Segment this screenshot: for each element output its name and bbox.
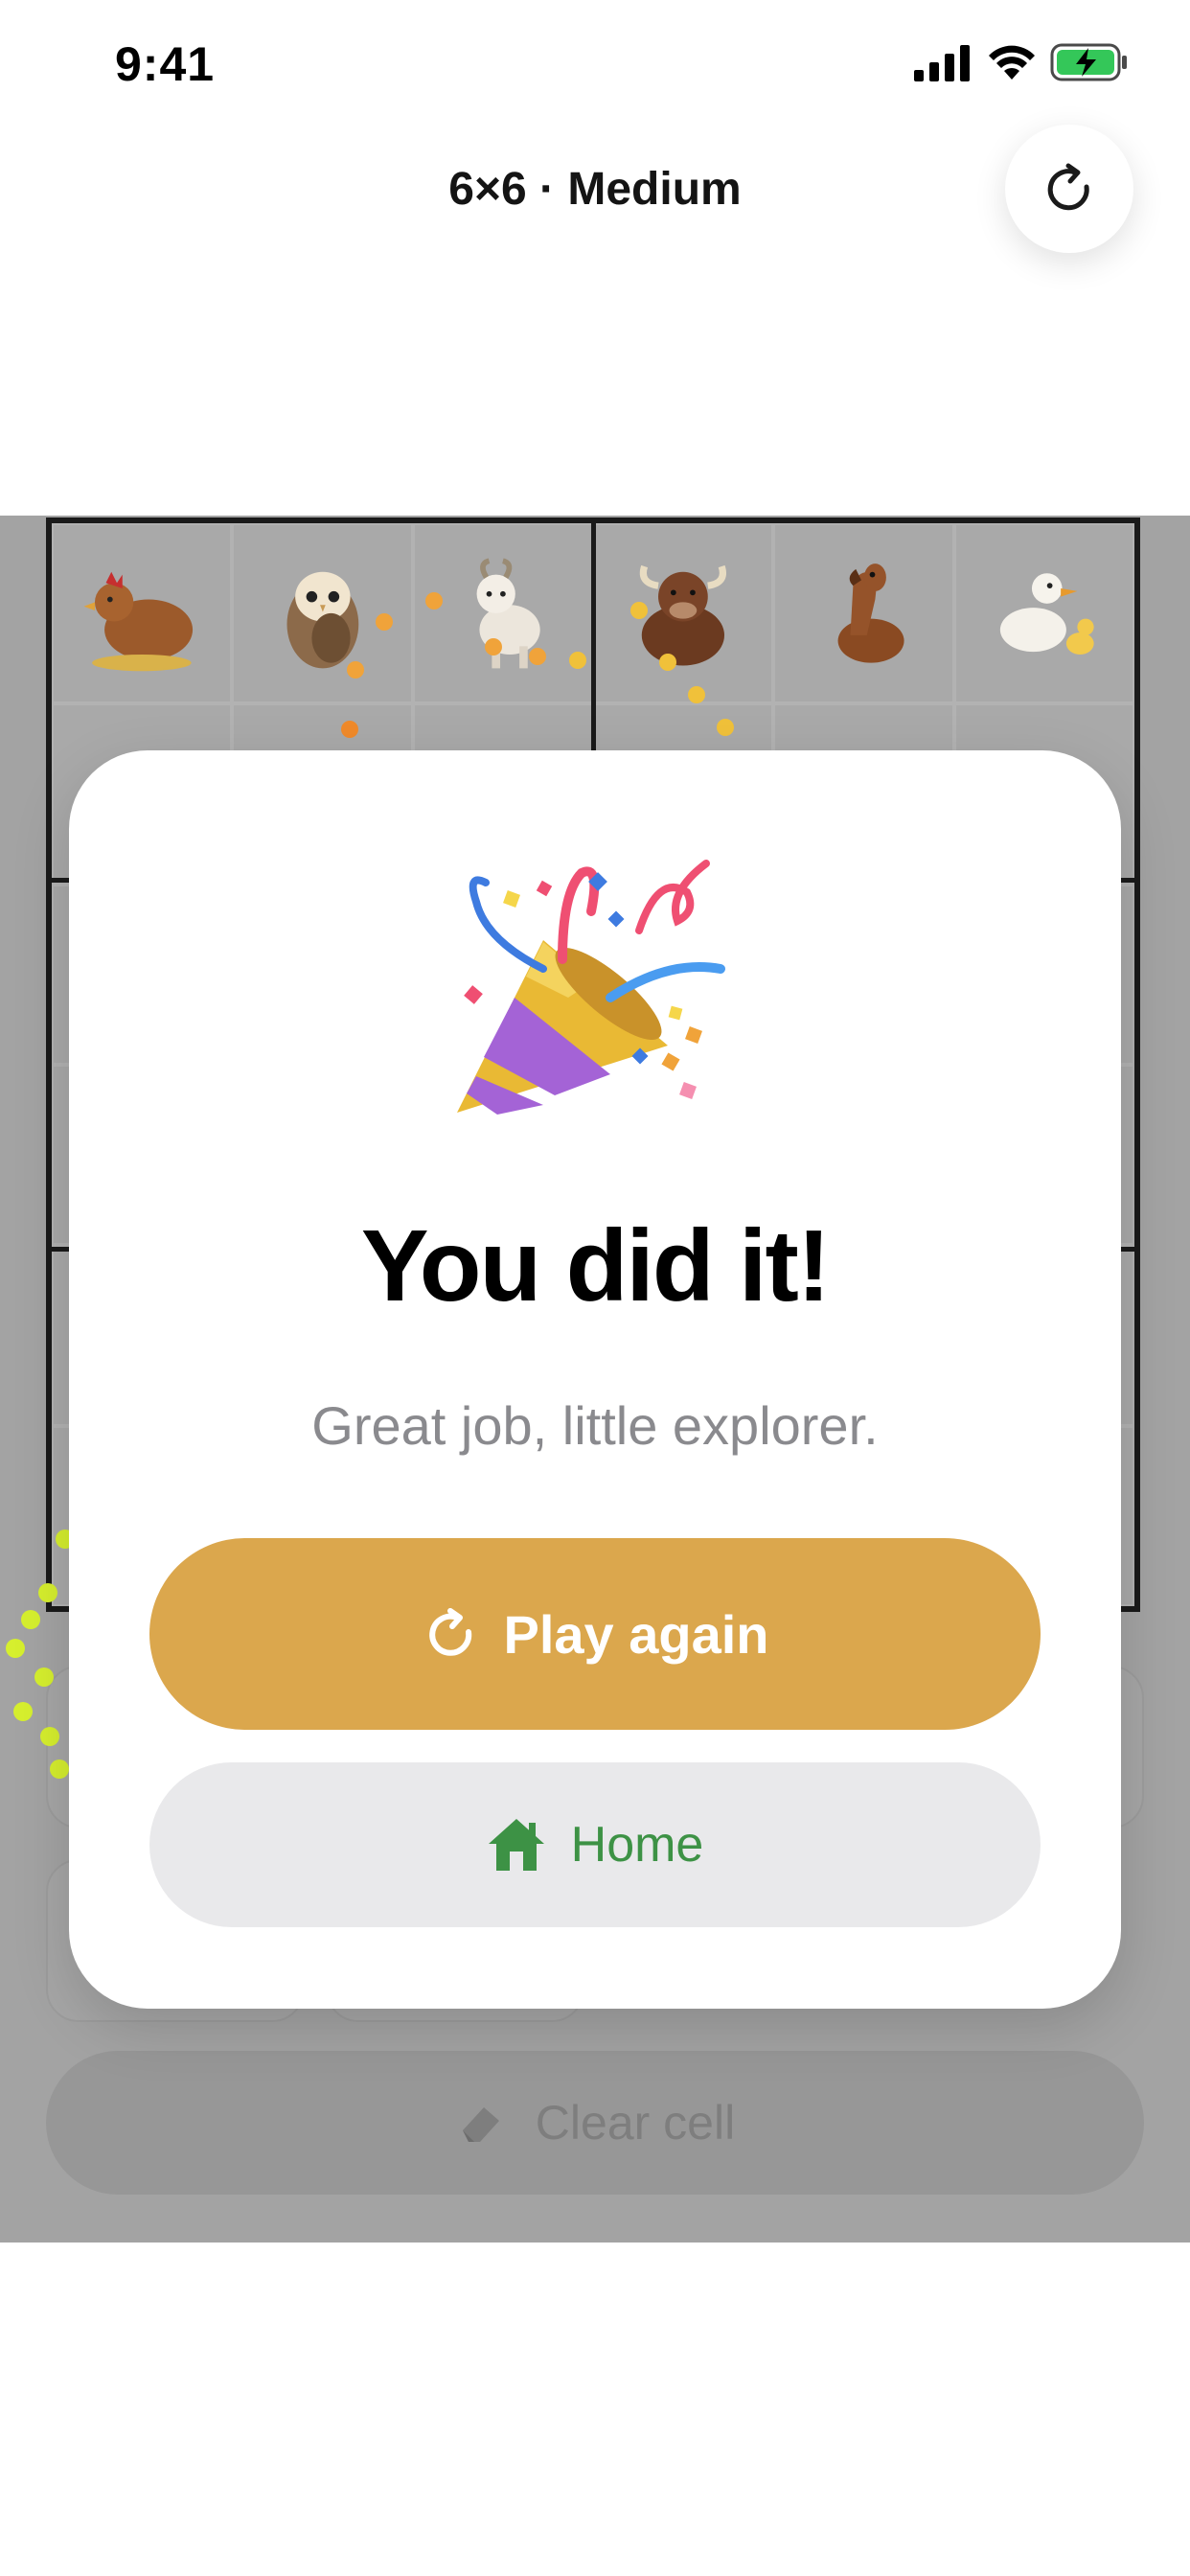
party-popper-icon	[457, 860, 725, 1115]
eraser-icon	[462, 2107, 499, 2142]
home-label: Home	[570, 1817, 704, 1873]
refresh-icon	[1047, 163, 1089, 211]
confetti-dot	[38, 1583, 57, 1602]
confetti-dot	[569, 652, 586, 669]
confetti-dot	[341, 721, 358, 738]
success-subtitle: Great job, little explorer.	[311, 1395, 879, 1456]
confetti-dot	[40, 1727, 59, 1746]
horse-icon	[837, 564, 904, 663]
status-time: 9:41	[115, 37, 216, 91]
confetti-dot	[347, 661, 364, 678]
confetti-dot	[485, 638, 502, 656]
confetti-dot	[376, 613, 393, 631]
confetti-dot	[688, 686, 705, 703]
goat-icon	[476, 558, 540, 669]
wifi-icon	[989, 45, 1035, 80]
grid-cell-duck[interactable]	[953, 523, 1134, 704]
confetti-dot	[13, 1702, 33, 1721]
hen-icon	[83, 572, 194, 672]
confetti-dot	[34, 1668, 54, 1687]
owl-icon	[286, 572, 358, 669]
confetti-dot	[21, 1610, 40, 1629]
confetti-dot	[659, 654, 676, 671]
grid-cell-goat[interactable]	[412, 523, 593, 704]
clear-cell-label: Clear cell	[535, 2096, 736, 2150]
battery-charging-icon	[1050, 43, 1127, 81]
status-icons	[914, 42, 1129, 82]
confetti-dot	[529, 648, 546, 665]
success-modal: You did it! Great job, little explorer. …	[69, 750, 1121, 2009]
signal-icon	[914, 45, 970, 81]
confetti-dot	[630, 602, 648, 619]
confetti-dot	[717, 719, 734, 736]
success-title: You did it!	[360, 1209, 831, 1322]
refresh-icon	[429, 1608, 472, 1656]
status-bar: 9:41	[0, 0, 1190, 134]
grid-cell-hen[interactable]	[52, 523, 233, 704]
duck-icon	[999, 573, 1094, 656]
home-button[interactable]: Home	[149, 1762, 1041, 1927]
play-again-label: Play again	[503, 1603, 769, 1665]
confetti-dot	[50, 1760, 69, 1779]
clear-cell-button[interactable]: Clear cell	[46, 2051, 1144, 2195]
confetti-dot	[6, 1639, 25, 1658]
restart-button[interactable]	[1005, 125, 1133, 253]
house-icon	[488, 1819, 544, 1871]
grid-cell-horse[interactable]	[773, 523, 954, 704]
confetti-dot	[425, 592, 443, 610]
play-again-button[interactable]: Play again	[149, 1538, 1041, 1730]
grid-cell-bull[interactable]	[592, 523, 774, 704]
